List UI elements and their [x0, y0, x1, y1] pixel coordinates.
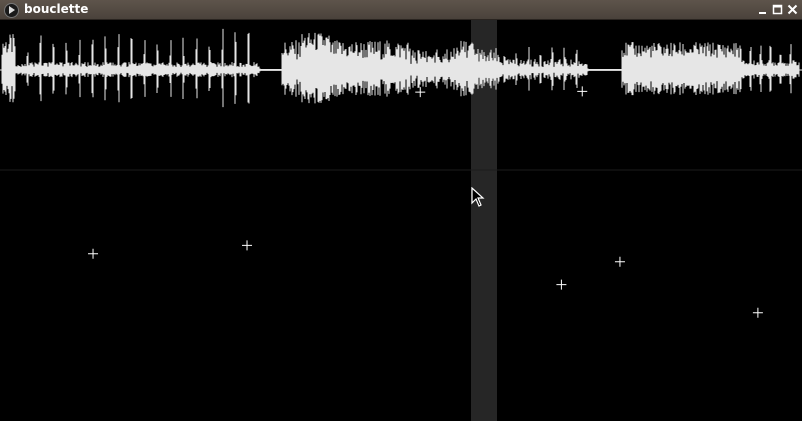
- play-icon[interactable]: [4, 3, 19, 18]
- marker-cross[interactable]: [577, 86, 588, 97]
- titlebar: bouclette: [0, 0, 802, 20]
- marker-cross[interactable]: [614, 256, 625, 267]
- marker-cross[interactable]: [556, 279, 567, 290]
- marker-cross[interactable]: [752, 307, 763, 318]
- mouse-pointer-icon: [471, 187, 485, 207]
- maximize-icon[interactable]: [772, 4, 783, 15]
- marker-cross[interactable]: [242, 240, 253, 251]
- marker-layer: [88, 86, 763, 318]
- waveform[interactable]: [0, 28, 802, 108]
- close-icon[interactable]: [787, 4, 798, 15]
- marker-cross[interactable]: [415, 87, 426, 98]
- loop-canvas[interactable]: [0, 20, 802, 421]
- minimize-icon[interactable]: [757, 4, 768, 15]
- marker-cross[interactable]: [88, 248, 99, 259]
- waveform-trace: [0, 28, 802, 108]
- window-title: bouclette: [24, 2, 89, 16]
